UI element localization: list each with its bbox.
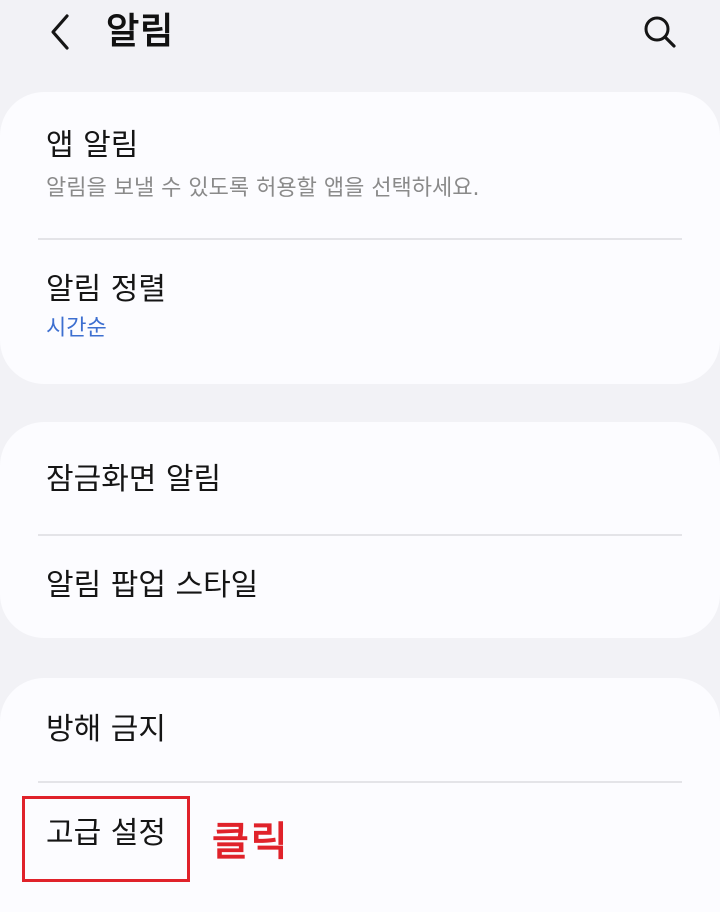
settings-group-display: 잠금화면 알림 알림 팝업 스타일 [0, 422, 720, 638]
popup-style-item[interactable]: 알림 팝업 스타일 [0, 566, 720, 626]
settings-group-notifications: 앱 알림 알림을 보낼 수 있도록 허용할 앱을 선택하세요. 알림 정렬 시간… [0, 92, 720, 384]
notification-sort-title: 알림 정렬 [46, 272, 166, 307]
notification-sort-value: 시간순 [46, 316, 107, 341]
do-not-disturb-title: 방해 금지 [46, 712, 166, 747]
do-not-disturb-item[interactable]: 방해 금지 [0, 710, 720, 770]
notification-sort-item[interactable]: 알림 정렬 시간순 [0, 270, 720, 370]
app-notifications-subtitle: 알림을 보낼 수 있도록 허용할 앱을 선택하세요. [46, 176, 480, 201]
divider [38, 534, 682, 536]
divider [38, 781, 682, 783]
highlight-box [22, 796, 190, 882]
page-title: 알림 [106, 11, 175, 52]
click-annotation: 클릭 [212, 819, 290, 865]
lock-screen-notifications-item[interactable]: 잠금화면 알림 [0, 460, 720, 520]
app-notifications-item[interactable]: 앱 알림 알림을 보낼 수 있도록 허용할 앱을 선택하세요. [0, 126, 720, 244]
back-button[interactable] [38, 10, 82, 54]
search-button[interactable] [636, 8, 684, 56]
chevron-left-icon [51, 14, 69, 50]
app-header: 알림 [0, 0, 720, 80]
popup-style-title: 알림 팝업 스타일 [46, 568, 259, 603]
divider [38, 238, 682, 240]
search-icon [644, 16, 676, 48]
lock-screen-notifications-title: 잠금화면 알림 [46, 462, 222, 497]
app-notifications-title: 앱 알림 [46, 128, 139, 163]
